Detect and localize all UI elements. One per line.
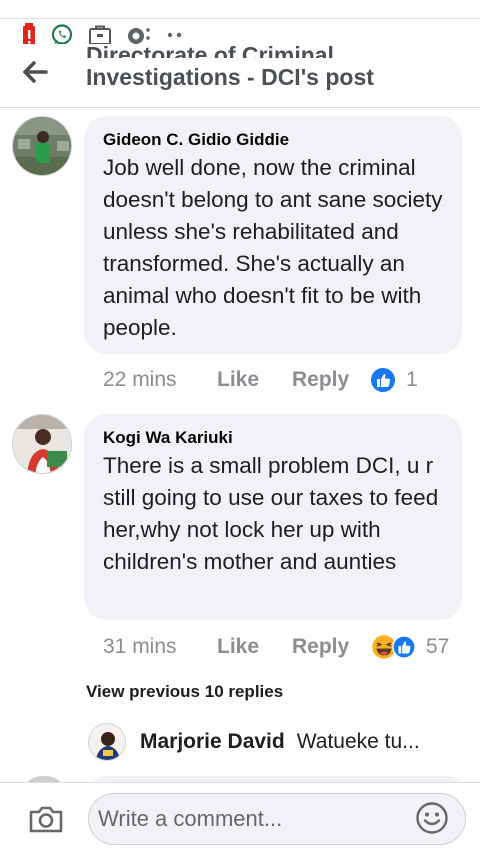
reactions-summary[interactable]: 1 <box>370 367 418 393</box>
comment-author[interactable]: Gideon C. Gidio Giddie <box>103 130 448 150</box>
briefcase-icon <box>88 24 112 46</box>
reaction-count: 1 <box>406 368 418 391</box>
status-bar <box>0 0 480 20</box>
reply-preview[interactable]: Marjorie David Watueke tu... <box>88 722 468 762</box>
comment-composer <box>0 782 480 854</box>
status-icons <box>22 23 184 47</box>
avatar[interactable] <box>12 116 72 176</box>
view-previous-replies-link[interactable]: View previous 10 replies <box>86 682 283 702</box>
like-reaction-icon <box>371 368 395 392</box>
comment-text: Job well done, now the criminal doesn't … <box>103 155 443 340</box>
page-title-line-2: Investigations - DCI's post <box>86 64 374 90</box>
comment-actions: 31 mins Like Reply 57 <box>103 632 449 662</box>
comment-actions: 22 mins Like Reply 1 <box>103 365 418 395</box>
camera-button[interactable] <box>24 799 68 839</box>
page-title: Directorate of Criminal Investigations -… <box>86 44 466 96</box>
status-divider <box>0 18 480 19</box>
back-button[interactable] <box>14 52 54 92</box>
reaction-count: 57 <box>426 635 450 658</box>
reply-button[interactable]: Reply <box>292 368 370 392</box>
post-header: Directorate of Criminal Investigations -… <box>0 44 480 108</box>
emoji-button[interactable] <box>413 799 451 837</box>
comment-bubble: Kogi Wa Kariuki There is a small problem… <box>84 414 462 620</box>
page-title-line-1: Directorate of Criminal <box>86 44 334 58</box>
reply-button[interactable]: Reply <box>292 635 370 659</box>
comment-text: There is a small problem DCI, u r still … <box>103 453 439 574</box>
back-arrow-icon <box>23 61 48 83</box>
chat-head-icon <box>126 24 152 46</box>
reactions-summary[interactable]: 57 <box>370 633 449 661</box>
avatar <box>88 723 126 761</box>
camera-icon <box>29 806 63 833</box>
avatar[interactable] <box>12 414 72 474</box>
comment-time: 31 mins <box>103 635 177 658</box>
comment-input[interactable] <box>88 793 466 845</box>
like-reaction-icon <box>392 635 416 659</box>
more-notifications-icon <box>166 30 184 40</box>
comment-bubble: Gideon C. Gidio Giddie Job well done, no… <box>84 116 462 354</box>
emoji-icon <box>416 802 448 834</box>
comment-author[interactable]: Kogi Wa Kariuki <box>103 428 448 448</box>
reply-snippet: Watueke tu... <box>296 730 420 753</box>
like-button[interactable]: Like <box>217 635 292 659</box>
like-button[interactable]: Like <box>217 368 292 392</box>
comment-time: 22 mins <box>103 368 177 391</box>
reply-author: Marjorie David <box>140 730 285 753</box>
